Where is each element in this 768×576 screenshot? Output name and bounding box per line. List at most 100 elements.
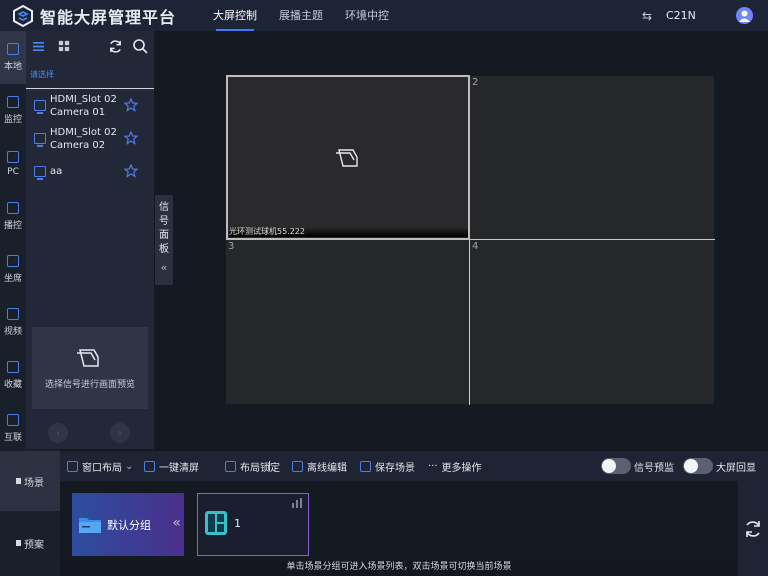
user-icon bbox=[739, 10, 750, 22]
collapse-chevron-icon[interactable]: « bbox=[172, 515, 181, 531]
favorites-icon bbox=[7, 361, 19, 373]
scene-layout-icon bbox=[205, 511, 227, 535]
signal-item[interactable]: HDMI_Slot 02 Camera 01 bbox=[26, 89, 154, 122]
cell-divider bbox=[470, 239, 715, 240]
cell-number: 2 bbox=[472, 77, 479, 88]
preview-hint: 选择信号进行画面预览 bbox=[44, 379, 135, 390]
switch-icon[interactable]: ⇆ bbox=[642, 9, 660, 23]
tab-env-control[interactable]: 环境中控 bbox=[334, 0, 400, 31]
star-icon[interactable] bbox=[124, 97, 138, 112]
scene-hint: 单击场景分组可进入场景列表，双击场景可切换当前场景 bbox=[286, 562, 512, 572]
signal-item[interactable]: HDMI_Slot 02 Camera 02 bbox=[26, 122, 154, 155]
wall-toolbar: 窗口布局 ⌄ 一键清屏 布局锁定 离线编辑 保存场景 ··· 更多操作 信号预监 大… bbox=[60, 451, 768, 481]
main-nav: 大屏控制 展播主题 环境中控 bbox=[202, 0, 400, 31]
scene-icon bbox=[16, 478, 21, 484]
monitor-icon bbox=[7, 96, 19, 108]
grid-view-icon[interactable] bbox=[56, 38, 72, 54]
nav-scenes[interactable]: 场景 bbox=[0, 451, 60, 511]
preview-placeholder-icon bbox=[77, 348, 99, 367]
interconnect-icon bbox=[7, 414, 19, 426]
video-icon bbox=[7, 308, 19, 320]
wall-cell[interactable]: 2 bbox=[470, 76, 714, 239]
nav-playback[interactable]: 播控 bbox=[0, 190, 26, 243]
scene-group-label: 默认分组 bbox=[107, 518, 151, 532]
search-icon[interactable] bbox=[132, 38, 148, 54]
more-icon: ··· bbox=[428, 460, 438, 472]
device-icon bbox=[34, 132, 46, 147]
wall-cell[interactable]: 4 bbox=[470, 240, 714, 404]
window-layout-button[interactable]: 窗口布局 ⌄ bbox=[67, 451, 133, 481]
source-category-nav: 本地 监控 PC 播控 坐席 视频 收藏 互联 bbox=[0, 31, 26, 449]
scene-side-nav: 场景 预案 bbox=[0, 449, 60, 576]
signal-panel-toggle[interactable]: 信 号 面 板 « bbox=[155, 195, 173, 285]
scene-group-card[interactable]: 默认分组 « bbox=[72, 493, 184, 556]
wall-cell[interactable]: 3 bbox=[226, 240, 469, 404]
playback-icon bbox=[7, 202, 19, 214]
wall-echo-toggle[interactable]: 大屏回显 bbox=[683, 451, 756, 481]
pc-icon bbox=[7, 150, 19, 163]
logo: 智能大屏管理平台 bbox=[12, 4, 202, 28]
offline-edit-button[interactable]: 离线编辑 bbox=[292, 451, 347, 481]
app-header: 智能大屏管理平台 大屏控制 展播主题 环境中控 ⇆ C21N bbox=[0, 0, 768, 31]
avatar[interactable] bbox=[736, 7, 753, 24]
user-name: C21N bbox=[666, 9, 696, 22]
window-placeholder-icon bbox=[336, 149, 358, 167]
nav-local[interactable]: 本地 bbox=[0, 31, 26, 84]
open-window[interactable]: 光环测试球机55.222 bbox=[226, 75, 470, 240]
signal-name: aa bbox=[50, 166, 63, 177]
nav-favorites[interactable]: 收藏 bbox=[0, 349, 26, 402]
refresh-icon bbox=[746, 520, 760, 537]
tab-display-theme[interactable]: 展播主题 bbox=[268, 0, 334, 31]
clear-icon bbox=[144, 460, 155, 472]
window-source-label: 光环测试球机55.222 bbox=[229, 227, 468, 237]
signal-preview-box: 选择信号进行画面预览 bbox=[32, 327, 148, 409]
toggle-switch[interactable] bbox=[601, 458, 631, 474]
select-label[interactable]: 请选择 bbox=[26, 61, 154, 89]
cell-number: 3 bbox=[228, 241, 235, 252]
signal-panel: 请选择 HDMI_Slot 02 Camera 01 HDMI_Slot 02 … bbox=[26, 31, 154, 449]
cell-divider bbox=[469, 240, 470, 405]
plan-icon bbox=[16, 540, 21, 546]
folder-icon bbox=[79, 517, 101, 533]
lock-icon bbox=[225, 460, 236, 472]
clear-screen-button[interactable]: 一键清屏 bbox=[144, 451, 199, 481]
signal-name: HDMI_Slot 02 Camera 02 bbox=[50, 127, 117, 151]
layout-lock-button[interactable]: 布局锁定 bbox=[225, 451, 280, 481]
chevron-down-icon: ⌄ bbox=[125, 460, 134, 472]
nav-pc[interactable]: PC bbox=[0, 137, 26, 190]
next-page-button[interactable]: › bbox=[110, 423, 130, 443]
refresh-icon[interactable] bbox=[107, 38, 123, 54]
scene-card[interactable]: 1 bbox=[197, 493, 309, 556]
device-icon bbox=[34, 165, 46, 180]
prev-page-button[interactable]: ‹ bbox=[48, 423, 68, 443]
signal-preview-toggle[interactable]: 信号预监 bbox=[601, 451, 674, 481]
nav-video[interactable]: 视频 bbox=[0, 296, 26, 349]
scene-list: 默认分组 « 1 bbox=[60, 481, 738, 561]
save-icon bbox=[360, 460, 371, 472]
signal-name: HDMI_Slot 02 Camera 01 bbox=[50, 94, 117, 118]
layout-icon bbox=[67, 460, 78, 472]
signal-item[interactable]: aa bbox=[26, 155, 154, 188]
signal-panel-toolbar bbox=[26, 31, 154, 61]
device-icon bbox=[34, 99, 46, 114]
nav-interconnect[interactable]: 互联 bbox=[0, 402, 26, 455]
scene-name: 1 bbox=[234, 517, 241, 530]
seat-icon bbox=[7, 255, 19, 267]
tab-wall-control[interactable]: 大屏控制 bbox=[202, 0, 268, 31]
list-view-icon[interactable] bbox=[30, 38, 46, 54]
more-actions-button[interactable]: ··· 更多操作 bbox=[428, 451, 482, 481]
star-icon[interactable] bbox=[124, 163, 138, 178]
cell-number: 4 bbox=[472, 241, 479, 252]
collapse-chevron-icon: « bbox=[160, 261, 168, 274]
save-scene-button[interactable]: 保存场景 bbox=[360, 451, 415, 481]
app-title: 智能大屏管理平台 bbox=[40, 7, 177, 27]
refresh-scenes-button[interactable] bbox=[738, 481, 768, 576]
nav-plans[interactable]: 预案 bbox=[0, 513, 60, 573]
nav-monitor[interactable]: 监控 bbox=[0, 84, 26, 137]
logo-icon bbox=[13, 4, 33, 27]
toggle-switch[interactable] bbox=[683, 458, 713, 474]
nav-seat[interactable]: 坐席 bbox=[0, 243, 26, 296]
local-icon bbox=[7, 43, 19, 55]
star-icon[interactable] bbox=[124, 130, 138, 145]
signal-bars-icon bbox=[292, 498, 302, 508]
